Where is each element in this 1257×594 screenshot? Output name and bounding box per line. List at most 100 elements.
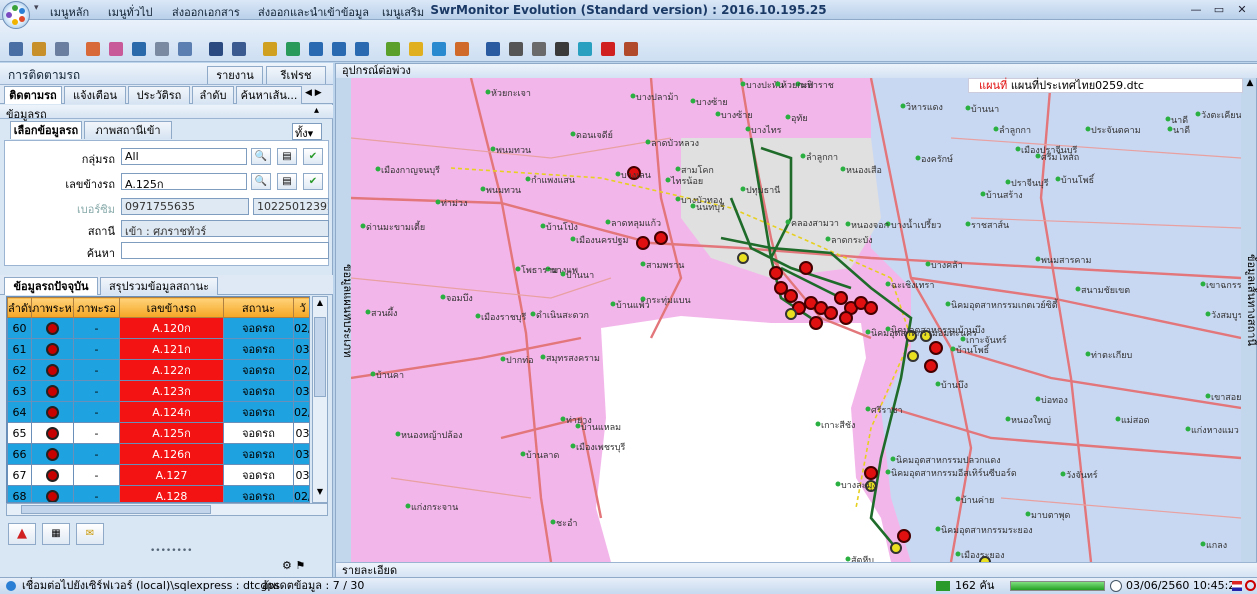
map-canvas[interactable]: หัวยกะเจา บางปลาม้า บางซ้ายบางปะหัน มหาราชว…	[351, 78, 1241, 562]
place-label: ห้วยกะปิ	[781, 80, 814, 91]
search-icon[interactable]: 🔍	[251, 148, 271, 165]
tab-station-image[interactable]: ภาพสถานีเข้า	[84, 121, 172, 139]
col-wait[interactable]: ภาพะรอ	[73, 297, 120, 318]
calendar-icon[interactable]: ▦	[42, 523, 70, 545]
car-a-icon[interactable]	[206, 39, 226, 59]
tab-alerts[interactable]: แจ้งเตือน	[64, 86, 126, 104]
zoom-in-icon[interactable]	[306, 39, 326, 59]
panel-tools-icon[interactable]: ⚙ ⚑	[282, 559, 305, 572]
scroll-down-icon[interactable]: ▼	[314, 487, 326, 499]
maximize-icon[interactable]: ▭	[1208, 2, 1230, 17]
check-all-icon[interactable]: ✔	[303, 148, 323, 165]
alert-triangle-icon[interactable]: ▲	[8, 523, 36, 545]
measure-icon[interactable]	[52, 39, 72, 59]
tab-current-data[interactable]: ข้อมูลรถปัจจุบัน	[4, 277, 98, 295]
layer-c-icon[interactable]	[429, 39, 449, 59]
minimize-icon[interactable]: —	[1185, 2, 1207, 17]
menu-general[interactable]: เมนูทั่วไป	[108, 3, 152, 21]
tab-refresh[interactable]: รีเฟรช	[266, 66, 326, 84]
share-icon[interactable]	[575, 39, 595, 59]
grid-hscrollbar[interactable]	[6, 503, 328, 516]
table-row[interactable]: 67 - A.127 จอดรถ 03	[7, 464, 309, 486]
map-right-side-label[interactable]: ข้อมูลเส้นทางสถานี	[1242, 254, 1257, 394]
place-label: จอมบึง	[446, 293, 473, 304]
tab-order[interactable]: ลำดับ	[192, 86, 234, 104]
col-no[interactable]: ลำดับ	[7, 297, 32, 318]
tab-history[interactable]: ประวัติรถ	[128, 86, 190, 104]
col-date[interactable]: วั	[293, 297, 309, 318]
table-row[interactable]: 65 - A.125ก จอดรถ 03	[7, 422, 309, 444]
table-row[interactable]: 68 - A.128 จอดรถ 02/	[7, 485, 309, 502]
pointer-icon[interactable]	[6, 39, 26, 59]
tab-report[interactable]: รายงาน	[207, 66, 263, 84]
tab-scroll-icon[interactable]: ◀ ▶	[305, 88, 322, 98]
plate-field[interactable]: A.125ก	[121, 173, 247, 190]
map-a-icon[interactable]	[260, 39, 280, 59]
col-status[interactable]: สถานะ	[223, 297, 294, 318]
app-logo-icon[interactable]	[2, 1, 30, 29]
menu-import-export[interactable]: ส่งออกและนำเข้าข้อมูล	[258, 3, 369, 21]
close-icon[interactable]: ✕	[1231, 2, 1253, 17]
google-icon[interactable]	[598, 39, 618, 59]
menu-main[interactable]: เมนูหลัก	[50, 3, 89, 21]
hscroll-thumb[interactable]	[21, 505, 211, 514]
table-row[interactable]: 62 - A.122ก จอดรถ 02/	[7, 359, 309, 381]
plate-list-icon[interactable]: ▤	[277, 173, 297, 190]
place-dot	[825, 236, 831, 242]
place-label: ท่าตะเกียบ	[1091, 350, 1132, 361]
cell-no: 61	[7, 338, 32, 360]
tab-route-search[interactable]: ค้นหาเส้น...	[236, 86, 302, 104]
route-b-icon[interactable]	[106, 39, 126, 59]
col-image[interactable]: ภาพระหลั	[31, 297, 74, 318]
left-panel-header: การติดตามรถ รายงาน รีเฟรช	[0, 63, 333, 85]
layer-b-icon[interactable]	[406, 39, 426, 59]
thai-flag-icon[interactable]	[1232, 581, 1242, 591]
car-b-icon[interactable]	[229, 39, 249, 59]
zoom-menu-icon[interactable]	[352, 39, 372, 59]
collapse-icon[interactable]: ▴	[314, 105, 319, 116]
tab-select-vehicle[interactable]: เลือกข้อมูลรถ	[10, 121, 82, 139]
book-icon[interactable]	[621, 39, 641, 59]
map-detail-bar[interactable]: รายละเอียด	[336, 562, 1257, 578]
message-icon[interactable]: ✉	[76, 523, 104, 545]
print-icon[interactable]	[506, 39, 526, 59]
list-icon[interactable]: ▤	[277, 148, 297, 165]
tab-status-summary[interactable]: สรุปรวมข้อมูลสถานะ	[100, 277, 218, 295]
grid-icon[interactable]	[152, 39, 172, 59]
direction-icon[interactable]	[552, 39, 572, 59]
check-icon[interactable]: ✔	[303, 173, 323, 190]
scroll-thumb[interactable]	[314, 317, 326, 397]
table-row[interactable]: 61 - A.121ก จอดรถ 03	[7, 338, 309, 360]
cell-date: 02/	[293, 317, 309, 339]
hand-icon[interactable]	[29, 39, 49, 59]
tab-tracking[interactable]: ติดตามรถ	[4, 86, 62, 104]
zoom-out-icon[interactable]	[329, 39, 349, 59]
search-plate-icon[interactable]: 🔍	[251, 173, 271, 190]
quick-access-dropdown-icon[interactable]: ▾	[34, 3, 46, 15]
bus-icon	[46, 468, 59, 482]
table-icon[interactable]	[529, 39, 549, 59]
table-row[interactable]: 66 - A.126ก จอดรถ 03	[7, 443, 309, 465]
disk-icon[interactable]	[483, 39, 503, 59]
settings-icon[interactable]	[175, 39, 195, 59]
table-row[interactable]: 63 - A.123ก จอดรถ 03	[7, 380, 309, 402]
layer-a-icon[interactable]	[383, 39, 403, 59]
table-row[interactable]: 64 - A.124ก จอดรถ 02/	[7, 401, 309, 423]
table-row[interactable]: 60 - A.120ก จอดรถ 02/	[7, 317, 309, 339]
place-label: วิหารแดง	[906, 102, 943, 113]
route-a-icon[interactable]	[83, 39, 103, 59]
menu-export-docs[interactable]: ส่งออกเอกสาร	[172, 3, 240, 21]
grid-vscrollbar[interactable]: ▲ ▼	[312, 296, 328, 503]
group-field[interactable]: All	[121, 148, 247, 165]
map-b-icon[interactable]	[283, 39, 303, 59]
menu-extra[interactable]: เมนูเสริม	[382, 3, 424, 21]
save-icon[interactable]	[129, 39, 149, 59]
scroll-up-icon[interactable]: ▲	[314, 298, 326, 310]
map-panel-scroll-icon[interactable]: ▲	[1244, 78, 1256, 90]
splitter-grip[interactable]: ••••••••	[150, 546, 192, 556]
layer-d-icon[interactable]	[452, 39, 472, 59]
disconnect-icon[interactable]	[1245, 580, 1256, 591]
search-input[interactable]	[121, 242, 329, 259]
col-plate[interactable]: เลขข้างรถ	[119, 297, 224, 318]
filter-select[interactable]: ทั้ง▾	[292, 123, 322, 140]
